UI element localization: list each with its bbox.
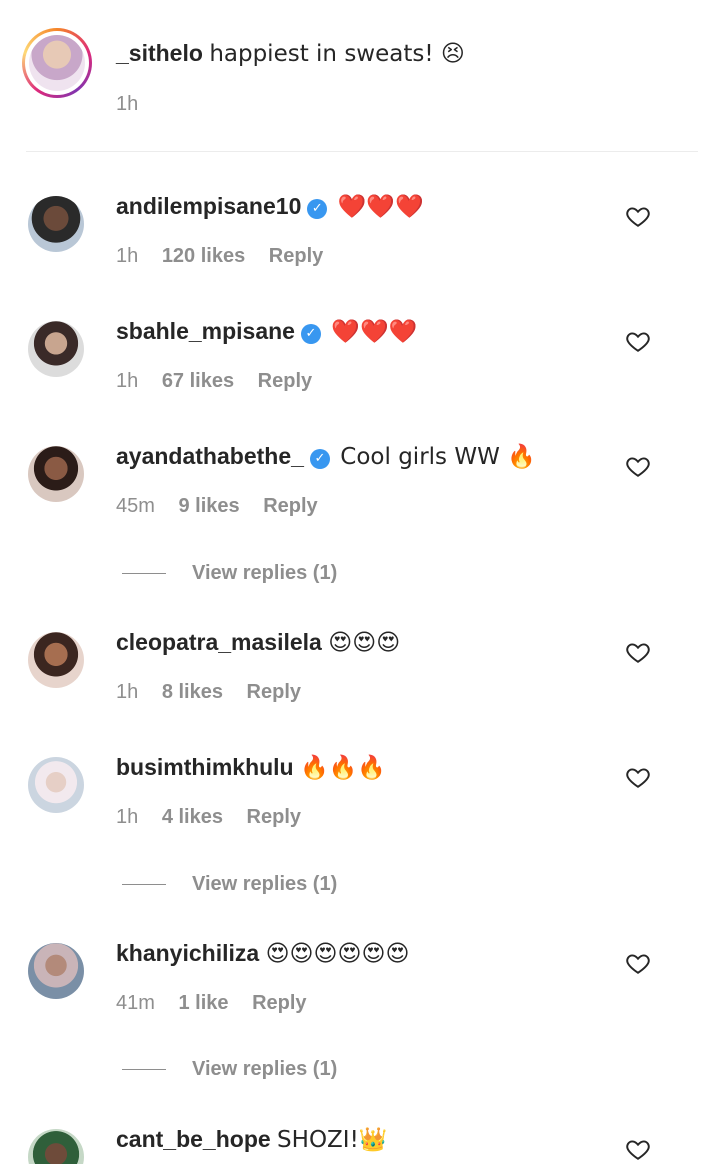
- verified-badge-icon: ✓: [307, 199, 328, 219]
- reply-button[interactable]: Reply: [269, 245, 323, 267]
- avatar[interactable]: [28, 1129, 84, 1164]
- heart-outline-icon[interactable]: [625, 328, 651, 354]
- reply-button[interactable]: Reply: [247, 681, 301, 703]
- replies-divider: [122, 1069, 166, 1070]
- comment-text: ayandathabethe_ ✓ Cool girls WW 🔥: [116, 441, 536, 472]
- comment-text: cleopatra_masilela 😍😍😍: [116, 627, 400, 658]
- verified-badge-icon: ✓: [300, 324, 321, 344]
- comment-item: cleopatra_masilela 😍😍😍 1h 8 likes Reply: [0, 627, 720, 747]
- caption-text: happiest in sweats! 😣: [209, 41, 465, 67]
- likes-count[interactable]: 1 like: [178, 992, 228, 1014]
- comment-item: cant_be_hope SHOZI!👑: [0, 1124, 720, 1164]
- caption-time: 1h: [116, 93, 139, 115]
- avatar[interactable]: [28, 321, 84, 377]
- likes-count[interactable]: 120 likes: [162, 245, 245, 267]
- comment-body: Cool girls WW 🔥: [340, 444, 536, 470]
- comment-meta: 1h 67 likes Reply: [116, 370, 330, 393]
- comment-text: khanyichiliza 😍😍😍😍😍😍: [116, 938, 409, 969]
- comment-text: andilempisane10 ✓ ❤️❤️❤️: [116, 191, 424, 222]
- caption-line: _sithelo happiest in sweats! 😣: [116, 38, 465, 69]
- replies-divider: [122, 884, 166, 885]
- replies-divider: [122, 573, 166, 574]
- verified-badge-icon: ✓: [309, 449, 330, 469]
- reply-button[interactable]: Reply: [247, 806, 301, 828]
- comment-time: 45m: [116, 495, 155, 517]
- comment-username[interactable]: sbahle_mpisane: [116, 318, 295, 344]
- view-replies-label[interactable]: View replies (1): [192, 1058, 337, 1081]
- avatar[interactable]: [28, 446, 84, 502]
- comment-meta: 41m 1 like Reply: [116, 992, 325, 1015]
- comment-username[interactable]: cleopatra_masilela: [116, 629, 322, 655]
- avatar[interactable]: [28, 943, 84, 999]
- comment-time: 1h: [116, 681, 139, 703]
- likes-count[interactable]: 8 likes: [162, 681, 223, 703]
- comment-username[interactable]: ayandathabethe_: [116, 443, 304, 469]
- reply-button[interactable]: Reply: [258, 370, 312, 392]
- view-replies-label[interactable]: View replies (1): [192, 562, 337, 585]
- avatar[interactable]: [28, 632, 84, 688]
- comment-body: 🔥🔥🔥: [300, 755, 386, 781]
- comment-body: ❤️❤️❤️: [337, 194, 424, 220]
- likes-count[interactable]: 9 likes: [178, 495, 239, 517]
- comment-username[interactable]: busimthimkhulu: [116, 754, 294, 780]
- avatar[interactable]: [28, 196, 84, 252]
- comment-time: 1h: [116, 806, 139, 828]
- comment-text: busimthimkhulu 🔥🔥🔥: [116, 752, 386, 783]
- comment-username[interactable]: khanyichiliza: [116, 940, 259, 966]
- comment-item: ayandathabethe_ ✓ Cool girls WW 🔥 45m 9 l…: [0, 441, 720, 561]
- comment-meta: 1h 4 likes Reply: [116, 806, 319, 829]
- heart-outline-icon[interactable]: [625, 639, 651, 665]
- view-replies-button[interactable]: View replies (1): [0, 870, 720, 900]
- avatar[interactable]: [28, 757, 84, 813]
- comment-text: sbahle_mpisane ✓ ❤️❤️❤️: [116, 316, 417, 347]
- comment-username[interactable]: cant_be_hope: [116, 1126, 271, 1152]
- heart-outline-icon[interactable]: [625, 1136, 651, 1162]
- likes-count[interactable]: 4 likes: [162, 806, 223, 828]
- comment-item: busimthimkhulu 🔥🔥🔥 1h 4 likes Reply: [0, 752, 720, 872]
- comment-body: ❤️❤️❤️: [331, 319, 418, 345]
- caption-username[interactable]: _sithelo: [116, 40, 203, 66]
- caption-avatar[interactable]: [22, 28, 92, 98]
- comment-time: 1h: [116, 245, 139, 267]
- comment-time: 41m: [116, 992, 155, 1014]
- reply-button[interactable]: Reply: [263, 495, 317, 517]
- comment-meta: 1h 120 likes Reply: [116, 245, 341, 268]
- reply-button[interactable]: Reply: [252, 992, 306, 1014]
- comment-item: khanyichiliza 😍😍😍😍😍😍 41m 1 like Reply: [0, 938, 720, 1058]
- avatar-image: [29, 35, 85, 91]
- comment-username[interactable]: andilempisane10: [116, 193, 301, 219]
- comment-text: cant_be_hope SHOZI!👑: [116, 1124, 387, 1155]
- comment-item: sbahle_mpisane ✓ ❤️❤️❤️ 1h 67 likes Reply: [0, 316, 720, 436]
- view-replies-button[interactable]: View replies (1): [0, 1055, 720, 1085]
- comment-body: 😍😍😍: [328, 630, 401, 656]
- heart-outline-icon[interactable]: [625, 950, 651, 976]
- likes-count[interactable]: 67 likes: [162, 370, 234, 392]
- view-replies-label[interactable]: View replies (1): [192, 873, 337, 896]
- view-replies-button[interactable]: View replies (1): [0, 559, 720, 589]
- comment-body: 😍😍😍😍😍😍: [265, 941, 410, 967]
- comment-item: andilempisane10 ✓ ❤️❤️❤️ 1h 120 likes Rep…: [0, 191, 720, 311]
- divider: [26, 151, 698, 152]
- heart-outline-icon[interactable]: [625, 764, 651, 790]
- comment-meta: 1h 8 likes Reply: [116, 681, 319, 704]
- comment-meta: 45m 9 likes Reply: [116, 495, 336, 518]
- heart-outline-icon[interactable]: [625, 203, 651, 229]
- heart-outline-icon[interactable]: [625, 453, 651, 479]
- comment-time: 1h: [116, 370, 139, 392]
- post-caption: _sithelo happiest in sweats! 😣 1h: [0, 0, 720, 152]
- comment-body: SHOZI!👑: [277, 1127, 388, 1153]
